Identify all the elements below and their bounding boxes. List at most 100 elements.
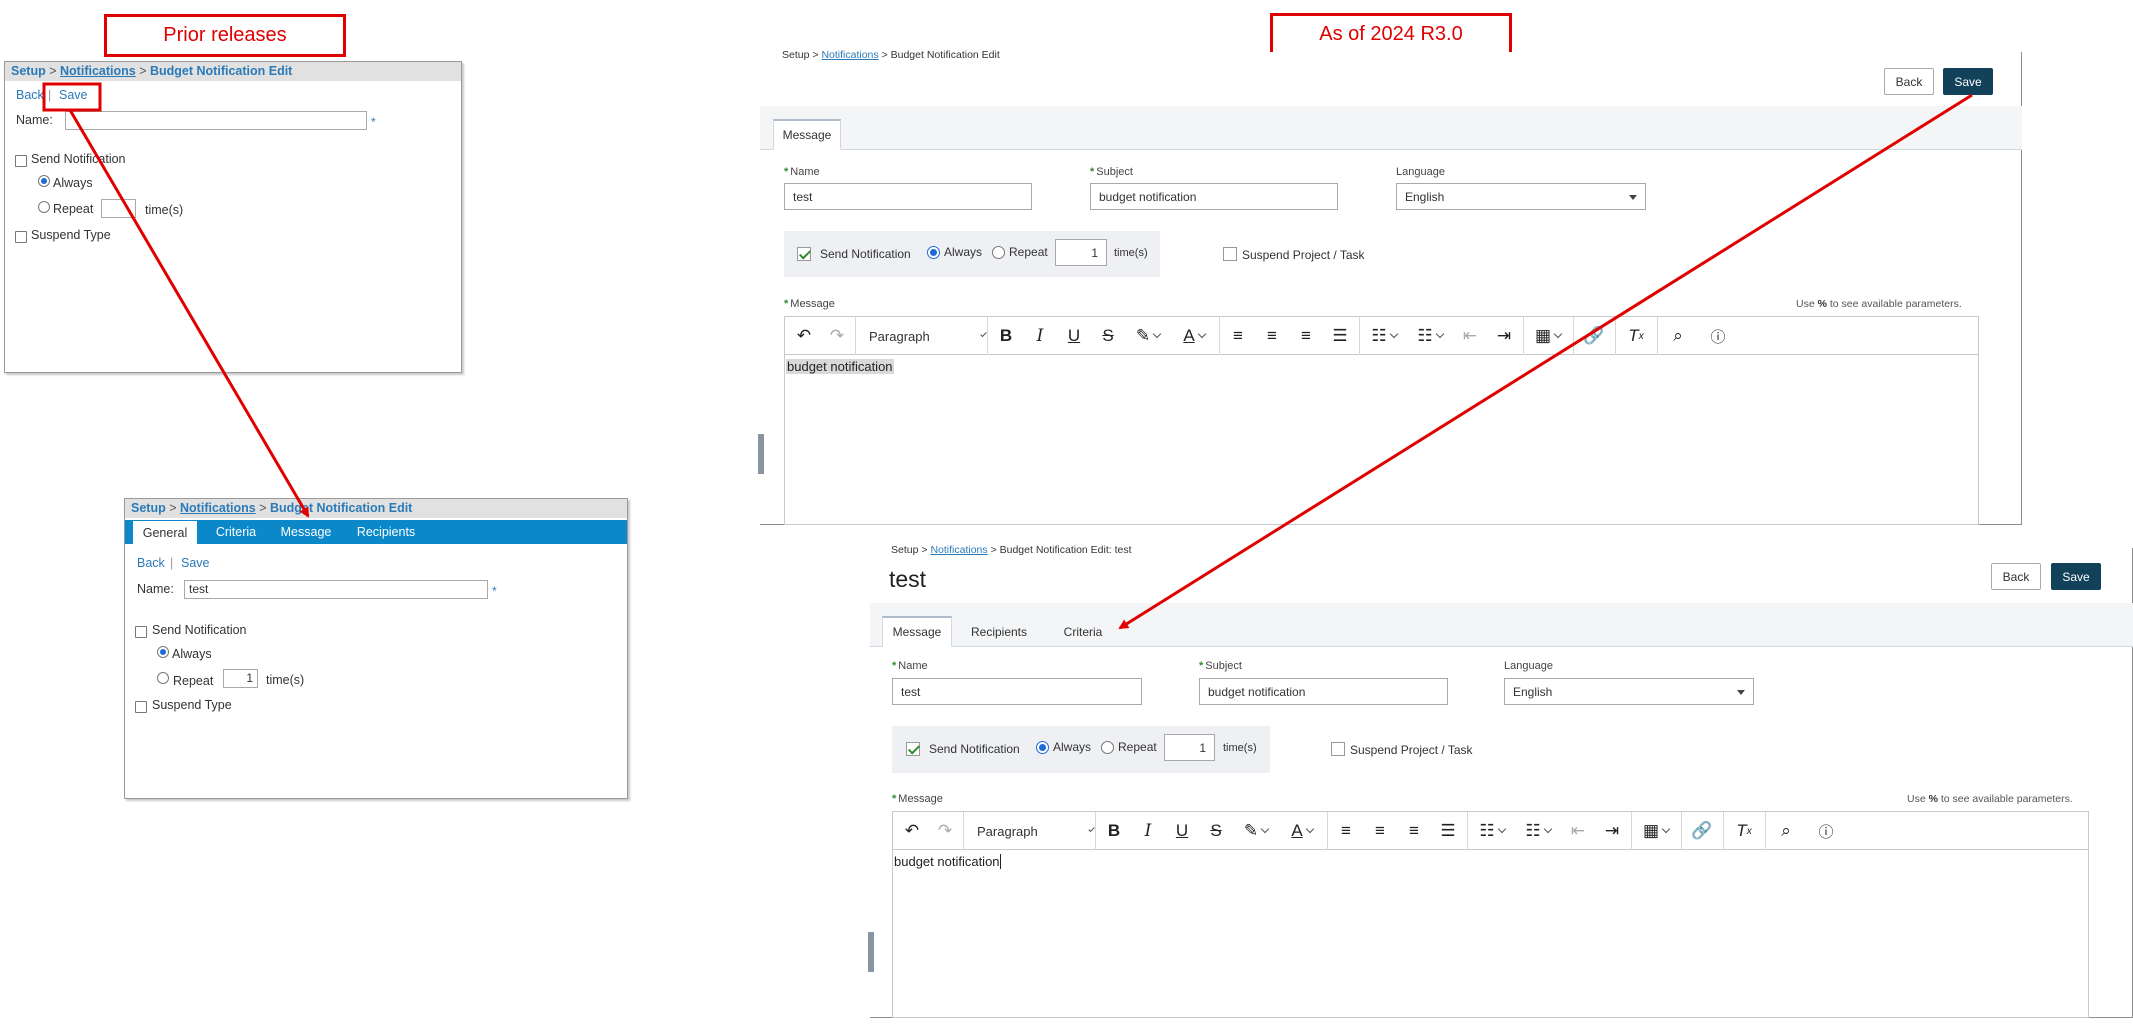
subject-field[interactable]: budget notification (1199, 678, 1448, 705)
crumb-notifications[interactable]: Notifications (821, 49, 878, 61)
clear-format-icon[interactable]: Tx (1725, 812, 1763, 850)
outdent-icon[interactable]: ⇤ (1561, 812, 1595, 850)
save-link[interactable]: Save (59, 88, 88, 102)
repeat-radio[interactable] (38, 201, 50, 213)
italic-icon[interactable]: I (1131, 812, 1165, 850)
tab-recipients[interactable]: Recipients (347, 520, 425, 544)
collapse-handle[interactable] (868, 932, 874, 972)
always-radio[interactable] (157, 646, 169, 658)
back-link[interactable]: Back (137, 556, 165, 570)
send-notification-checkbox[interactable] (797, 247, 811, 261)
crumb-setup[interactable]: Setup (782, 49, 809, 61)
repeat-count-field[interactable]: 1 (1164, 734, 1215, 761)
highlight-icon[interactable]: ✎ (1125, 317, 1171, 355)
help-icon[interactable]: ⓘ (1807, 812, 1845, 850)
tab-criteria[interactable]: Criteria (203, 520, 269, 544)
indent-icon[interactable]: ⇥ (1487, 317, 1521, 355)
paragraph-dropdown[interactable]: Paragraph (965, 812, 1095, 850)
bold-icon[interactable]: B (1097, 812, 1131, 850)
paragraph-dropdown[interactable]: Paragraph (857, 317, 987, 355)
strikethrough-icon[interactable]: S (1091, 317, 1125, 355)
strikethrough-icon[interactable]: S (1199, 812, 1233, 850)
repeat-radio[interactable] (992, 246, 1005, 259)
bold-icon[interactable]: B (989, 317, 1023, 355)
search-icon[interactable]: ⌕ (1767, 812, 1805, 850)
repeat-radio[interactable] (157, 672, 169, 684)
tab-message[interactable]: Message (773, 119, 841, 150)
send-notification-checkbox[interactable] (15, 155, 27, 167)
text-color-icon[interactable]: A (1171, 317, 1217, 355)
crumb-notifications[interactable]: Notifications (60, 64, 136, 78)
suspend-checkbox[interactable] (1331, 742, 1345, 756)
name-field[interactable]: test (184, 580, 488, 599)
bullet-list-icon[interactable]: ☷ (1361, 317, 1407, 355)
name-field[interactable]: test (892, 678, 1142, 705)
language-select[interactable]: English (1504, 678, 1754, 705)
crumb-setup[interactable]: Setup (131, 501, 166, 515)
underline-icon[interactable]: U (1057, 317, 1091, 355)
message-editor[interactable]: ↶ ↷ Paragraph B I U S ✎ A ≡ ≡ ≡ ☰ ☷ ☷ ⇤ … (892, 811, 2089, 1018)
repeat-radio[interactable] (1101, 741, 1114, 754)
crumb-notifications[interactable]: Notifications (930, 544, 987, 556)
table-icon[interactable]: ▦ (1525, 317, 1571, 355)
bullet-list-icon[interactable]: ☷ (1469, 812, 1515, 850)
name-field[interactable] (65, 111, 367, 130)
redo-icon[interactable]: ↷ (821, 317, 853, 355)
send-notification-checkbox[interactable] (135, 626, 147, 638)
editor-content[interactable]: budget notification (786, 359, 894, 374)
tab-criteria[interactable]: Criteria (1048, 616, 1118, 647)
save-button[interactable]: Save (2051, 563, 2101, 590)
back-button[interactable]: Back (1884, 68, 1934, 95)
undo-icon[interactable]: ↶ (895, 812, 929, 850)
search-icon[interactable]: ⌕ (1659, 317, 1697, 355)
align-center-icon[interactable]: ≡ (1255, 317, 1289, 355)
redo-icon[interactable]: ↷ (929, 812, 961, 850)
justify-icon[interactable]: ☰ (1431, 812, 1465, 850)
suspend-type-checkbox[interactable] (15, 231, 27, 243)
numbered-list-icon[interactable]: ☷ (1407, 317, 1453, 355)
help-icon[interactable]: ⓘ (1699, 317, 1737, 355)
repeat-count-field[interactable]: 1 (223, 669, 258, 688)
editor-content[interactable]: budget notification (894, 854, 1001, 869)
subject-field[interactable]: budget notification (1090, 183, 1338, 210)
always-radio[interactable] (38, 175, 50, 187)
save-link[interactable]: Save (181, 556, 210, 570)
crumb-setup[interactable]: Setup (11, 64, 46, 78)
repeat-count-field[interactable] (101, 199, 136, 218)
italic-icon[interactable]: I (1023, 317, 1057, 355)
always-radio[interactable] (1036, 741, 1049, 754)
save-button[interactable]: Save (1943, 68, 1993, 95)
message-editor[interactable]: ↶ ↷ Paragraph B I U S ✎ A ≡ ≡ ≡ ☰ ☷ ☷ ⇤ … (784, 316, 1979, 525)
suspend-checkbox[interactable] (1223, 247, 1237, 261)
tab-message[interactable]: Message (269, 520, 343, 544)
back-button[interactable]: Back (1991, 563, 2041, 590)
back-link[interactable]: Back (16, 88, 44, 102)
outdent-icon[interactable]: ⇤ (1453, 317, 1487, 355)
highlight-icon[interactable]: ✎ (1233, 812, 1279, 850)
language-select[interactable]: English (1396, 183, 1646, 210)
collapse-handle[interactable] (758, 434, 764, 474)
align-left-icon[interactable]: ≡ (1329, 812, 1363, 850)
underline-icon[interactable]: U (1165, 812, 1199, 850)
align-right-icon[interactable]: ≡ (1397, 812, 1431, 850)
align-right-icon[interactable]: ≡ (1289, 317, 1323, 355)
tab-general[interactable]: General (132, 520, 198, 544)
table-icon[interactable]: ▦ (1633, 812, 1679, 850)
link-icon[interactable]: 🔗 (1575, 317, 1613, 355)
clear-format-icon[interactable]: Tx (1617, 317, 1655, 355)
numbered-list-icon[interactable]: ☷ (1515, 812, 1561, 850)
indent-icon[interactable]: ⇥ (1595, 812, 1629, 850)
send-notification-checkbox[interactable] (906, 742, 920, 756)
tab-message[interactable]: Message (882, 616, 952, 647)
name-field[interactable]: test (784, 183, 1032, 210)
repeat-count-field[interactable]: 1 (1055, 239, 1107, 266)
always-radio[interactable] (927, 246, 940, 259)
crumb-notifications[interactable]: Notifications (180, 501, 256, 515)
justify-icon[interactable]: ☰ (1323, 317, 1357, 355)
tab-recipients[interactable]: Recipients (958, 616, 1040, 647)
text-color-icon[interactable]: A (1279, 812, 1325, 850)
align-center-icon[interactable]: ≡ (1363, 812, 1397, 850)
undo-icon[interactable]: ↶ (787, 317, 821, 355)
crumb-setup[interactable]: Setup (891, 544, 918, 556)
suspend-type-checkbox[interactable] (135, 701, 147, 713)
